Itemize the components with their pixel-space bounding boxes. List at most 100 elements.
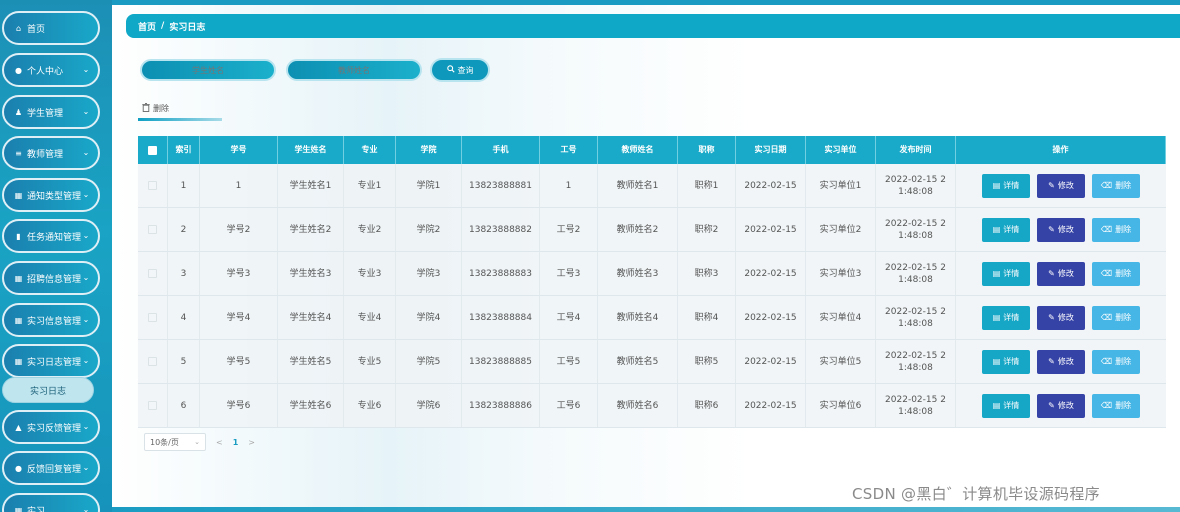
edit-button[interactable]: ✎ 修改 [1037, 305, 1085, 330]
trash-icon: ⌫ [1100, 312, 1113, 322]
select-all-checkbox[interactable] [148, 145, 157, 155]
row-checkbox[interactable] [148, 181, 157, 190]
delete-button-label: 删除 [1115, 356, 1132, 366]
sidebar-item-3[interactable]: ♟ 学生管理 ⌄ [2, 95, 100, 129]
edit-button[interactable]: ✎ 修改 [1037, 349, 1085, 374]
sidebar-item-4[interactable]: ≡ 教师管理 ⌄ [2, 136, 100, 170]
edit-button[interactable]: ✎ 修改 [1037, 217, 1085, 242]
detail-button-label: 详情 [1003, 224, 1020, 234]
column-header: 职称 [678, 136, 736, 164]
cell-phone: 13823888886 [462, 384, 540, 427]
sidebar-item-6[interactable]: ▮ 任务通知管理 ⌄ [2, 219, 100, 253]
chevron-down-icon: ⌄ [82, 190, 90, 199]
file-icon: ▤ [992, 224, 1001, 234]
file-icon: ▤ [992, 356, 1001, 366]
cell-date: 2022-02-15 [736, 252, 806, 295]
sidebar-item-7[interactable]: ▦ 招聘信息管理 ⌄ [2, 261, 100, 295]
breadcrumb-home[interactable]: 首页 [138, 20, 156, 33]
sidebar-item-label: 学生管理 [27, 108, 64, 119]
sidebar-item-1[interactable]: ⌂ 首页 [2, 11, 100, 45]
delete-button[interactable]: ⌫ 删除 [1092, 261, 1140, 286]
batch-delete-button[interactable]: 删除 [142, 100, 188, 116]
cell-teacher-name: 教师姓名4 [598, 296, 678, 339]
cell-college: 学院1 [396, 164, 462, 207]
search-button[interactable]: 查询 [430, 58, 490, 82]
trash-icon: ⌫ [1100, 268, 1113, 278]
edit-button[interactable]: ✎ 修改 [1037, 261, 1085, 286]
sidebar-item-label: 反馈回复管理 [27, 464, 82, 475]
row-select-cell [138, 384, 168, 427]
sidebar-item-12[interactable]: ▦ 实习 ⌄ [2, 493, 100, 512]
cell-teacher-name: 教师姓名5 [598, 340, 678, 383]
row-checkbox[interactable] [148, 357, 157, 366]
publish-time-line2: 1:48:08 [898, 406, 933, 417]
row-select-cell [138, 296, 168, 339]
publish-time-line1: 2022-02-15 2 [885, 174, 946, 185]
pencil-icon: ✎ [1048, 180, 1055, 190]
column-header: 操作 [956, 136, 1166, 164]
cell-date: 2022-02-15 [736, 384, 806, 427]
pin-icon: ● [15, 463, 22, 473]
sidebar-item-label: 实习信息管理 [27, 316, 82, 327]
search-button-label: 查询 [457, 65, 474, 75]
detail-button[interactable]: ▤ 详情 [982, 173, 1030, 198]
page-size-select[interactable]: 10条/页 ⌄ [144, 433, 206, 451]
sidebar-item-5[interactable]: ▦ 通知类型管理 ⌄ [2, 178, 100, 212]
pencil-icon: ✎ [1048, 224, 1055, 234]
cell-publish-time: 2022-02-15 2 1:48:08 [876, 296, 956, 339]
table-row: 3 学号3 学生姓名3 专业3 学院3 13823888883 工号3 教师姓名3 职称3 202… [138, 252, 1166, 296]
cell-date: 2022-02-15 [736, 208, 806, 251]
cell-teacher-name: 教师姓名3 [598, 252, 678, 295]
cell-actions: ▤ 详情 ✎ 修改 ⌫ 删除 [956, 208, 1166, 251]
grid-icon: ▦ [14, 356, 23, 366]
sidebar-item-10[interactable]: ▲ 实习反馈管理 ⌄ [2, 410, 100, 444]
detail-button[interactable]: ▤ 详情 [982, 261, 1030, 286]
prev-page-icon[interactable]: < [216, 438, 223, 447]
trash-icon: ⌫ [1100, 400, 1113, 410]
sidebar-item-11[interactable]: ● 反馈回复管理 ⌄ [2, 451, 100, 485]
cell-title: 职称3 [678, 252, 736, 295]
teacher-name-input[interactable] [286, 59, 422, 81]
detail-button[interactable]: ▤ 详情 [982, 217, 1030, 242]
edit-button[interactable]: ✎ 修改 [1037, 173, 1085, 198]
row-checkbox[interactable] [148, 313, 157, 322]
detail-button-label: 详情 [1003, 356, 1020, 366]
chevron-down-icon: ⌄ [194, 438, 200, 446]
cell-index: 6 [168, 384, 200, 427]
sidebar-item-label: 任务通知管理 [27, 232, 82, 243]
cell-date: 2022-02-15 [736, 340, 806, 383]
delete-button[interactable]: ⌫ 删除 [1092, 393, 1140, 418]
student-name-input[interactable] [140, 59, 276, 81]
chevron-down-icon: ⌄ [82, 107, 90, 116]
detail-button[interactable]: ▤ 详情 [982, 393, 1030, 418]
sidebar-subitem-internship-log[interactable]: 实习日志 [2, 377, 94, 403]
cell-student-name: 学生姓名6 [278, 384, 344, 427]
cell-student-no: 1 [200, 164, 278, 207]
search-icon [446, 65, 455, 75]
table-row: 5 学号5 学生姓名5 专业5 学院5 13823888885 工号5 教师姓名5 职称5 202… [138, 340, 1166, 384]
edit-button[interactable]: ✎ 修改 [1037, 393, 1085, 418]
row-checkbox[interactable] [148, 401, 157, 410]
row-checkbox[interactable] [148, 269, 157, 278]
sidebar-item-2[interactable]: ● 个人中心 ⌄ [2, 53, 100, 87]
sidebar-item-label: 通知类型管理 [27, 191, 82, 202]
detail-button[interactable]: ▤ 详情 [982, 349, 1030, 374]
next-page-icon[interactable]: > [248, 438, 255, 447]
delete-button[interactable]: ⌫ 删除 [1092, 305, 1140, 330]
delete-button-label: 删除 [1115, 224, 1132, 234]
detail-button[interactable]: ▤ 详情 [982, 305, 1030, 330]
page-number[interactable]: 1 [233, 438, 239, 447]
edit-button-label: 修改 [1057, 180, 1074, 190]
sidebar-item-9[interactable]: ▦ 实习日志管理 ⌄ [2, 344, 100, 378]
sidebar-item-8[interactable]: ▦ 实习信息管理 ⌄ [2, 303, 100, 337]
delete-button[interactable]: ⌫ 删除 [1092, 349, 1140, 374]
cell-publish-time: 2022-02-15 2 1:48:08 [876, 252, 956, 295]
edit-button-label: 修改 [1057, 224, 1074, 234]
row-checkbox[interactable] [148, 225, 157, 234]
book-icon: ▮ [16, 231, 21, 241]
tab-underline [138, 118, 222, 121]
delete-button[interactable]: ⌫ 删除 [1092, 173, 1140, 198]
cell-unit: 实习单位4 [806, 296, 876, 339]
detail-button-label: 详情 [1003, 312, 1020, 322]
delete-button[interactable]: ⌫ 删除 [1092, 217, 1140, 242]
